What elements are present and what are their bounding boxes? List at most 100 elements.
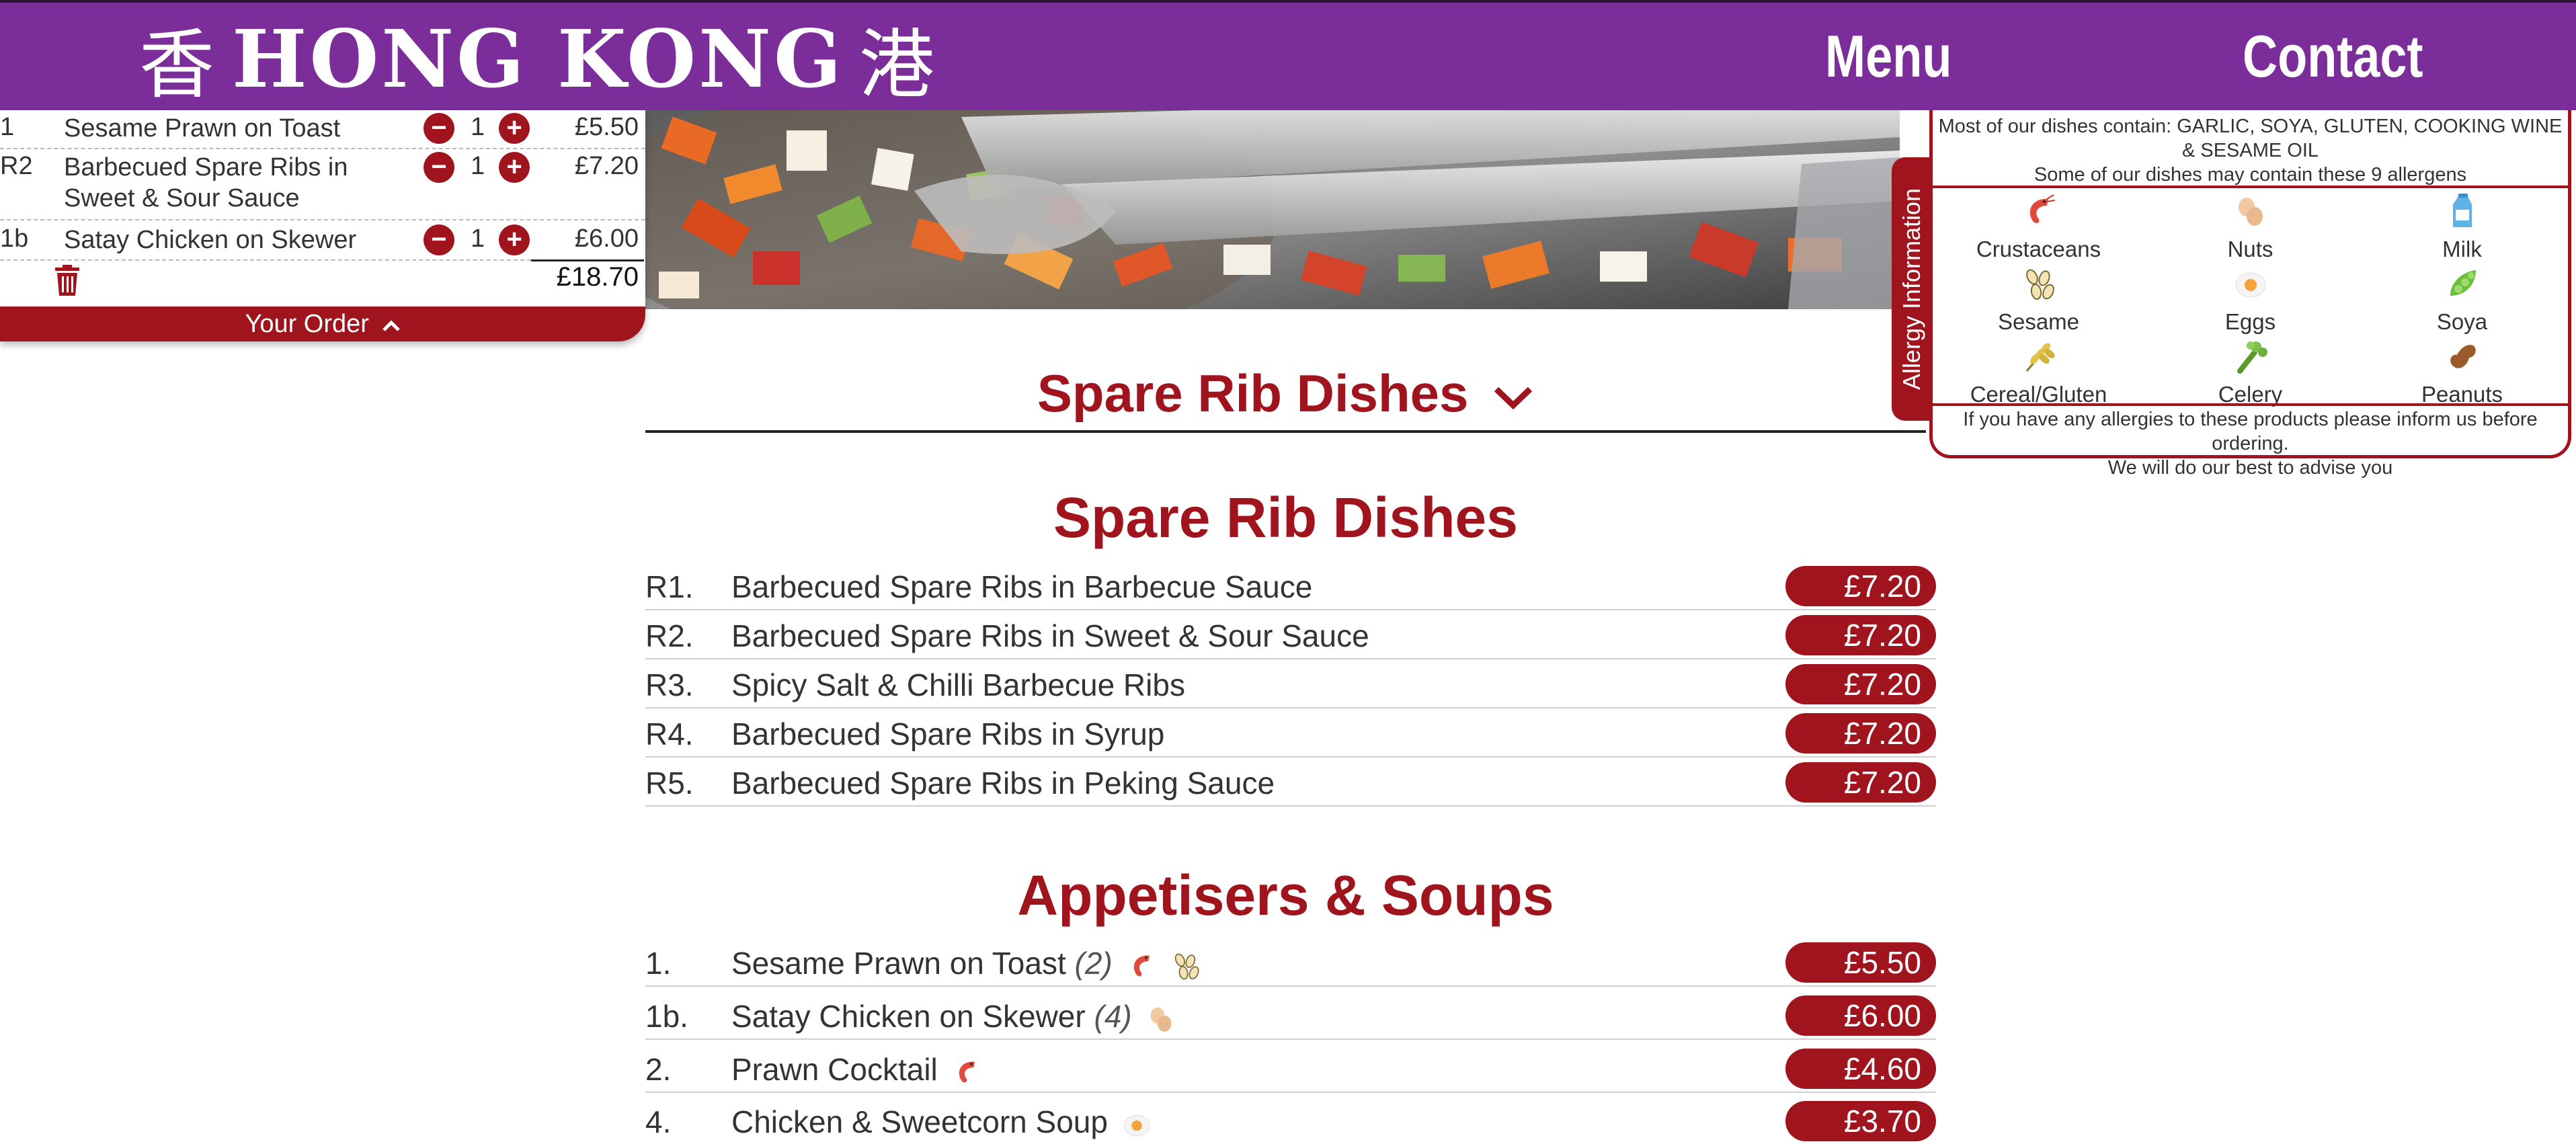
nav-menu-link[interactable]: Menu: [1825, 3, 1951, 110]
menu-item[interactable]: 4. Chicken & Sweetcorn Soup £3.70: [645, 1097, 1936, 1144]
dropdown-underline: [645, 430, 1926, 433]
order-item-price: £6.00: [574, 224, 639, 253]
menu-item-name-wrap: Chicken & Sweetcorn Soup: [731, 1104, 1153, 1141]
decrease-quantity-button[interactable]: −: [424, 113, 454, 144]
menu-item-name-wrap: Prawn Cocktail: [731, 1051, 983, 1088]
category-dropdown-label: Spare Rib Dishes: [1037, 364, 1469, 423]
logo-char-left: 香: [139, 22, 217, 109]
menu-item-divider: [645, 805, 1936, 807]
menu-item-divider: [645, 1092, 1936, 1093]
order-item-qty: 1: [471, 224, 485, 253]
allergen-eggs: Eggs: [2144, 261, 2356, 334]
order-item-qty: 1: [471, 152, 485, 180]
allergen-grid: Crustaceans Nuts Milk Sesame Eggs Soya C…: [1933, 188, 2568, 407]
order-panel: 1 Sesame Prawn on Toast − 1 + £5.50 R2 B…: [0, 110, 645, 341]
menu-item[interactable]: R1. Barbecued Spare Ribs in Barbecue Sau…: [645, 562, 1936, 610]
order-item-code: R2: [0, 152, 33, 180]
order-item-price: £5.50: [574, 113, 639, 141]
add-to-order-price-button[interactable]: £4.60: [1785, 1049, 1936, 1089]
egg-icon: [2235, 272, 2265, 298]
increase-quantity-button[interactable]: +: [499, 152, 530, 183]
menu-item-portion: (4): [1094, 999, 1132, 1034]
add-to-order-price-button[interactable]: £7.20: [1785, 713, 1936, 753]
trash-icon[interactable]: [54, 265, 81, 296]
menu-item-divider: [645, 985, 1936, 987]
category-dropdown[interactable]: Spare Rib Dishes: [645, 363, 1926, 424]
logo-char-right: 港: [858, 22, 937, 109]
allergen-label: Nuts: [2227, 237, 2273, 261]
allergy-advice-2: We will do our best to advise you: [2107, 457, 2393, 479]
allergy-notice: Most of our dishes contain: GARLIC, SOYA…: [1938, 116, 2563, 161]
allergen-celery: Celery: [2144, 333, 2356, 407]
menu-item-name: Prawn Cocktail: [731, 1052, 938, 1087]
menu-item[interactable]: 1b. Satay Chicken on Skewer (4) £6.00: [645, 991, 1936, 1040]
add-to-order-price-button[interactable]: £7.20: [1785, 762, 1936, 803]
your-order-toggle[interactable]: Your Order: [0, 307, 645, 341]
menu-item[interactable]: R4. Barbecued Spare Ribs in Syrup £7.20: [645, 709, 1936, 758]
increase-quantity-button[interactable]: +: [499, 113, 530, 144]
allergen-cereal-gluten: Cereal/Gluten: [1933, 333, 2144, 407]
menu-item[interactable]: R2. Barbecued Spare Ribs in Sweet & Sour…: [645, 611, 1936, 659]
nav-contact-link[interactable]: Contact: [2243, 3, 2423, 110]
order-divider: [0, 259, 531, 261]
menu-item-name: Barbecued Spare Ribs in Peking Sauce: [731, 766, 1275, 801]
logo[interactable]: 香 HONG KONG 港: [124, 8, 952, 110]
menu-item[interactable]: R3. Spicy Salt & Chilli Barbecue Ribs £7…: [645, 660, 1936, 708]
order-total: £18.70: [556, 262, 639, 292]
menu-item-divider: [645, 609, 1936, 610]
menu-item-divider: [645, 707, 1936, 708]
order-item-name: Barbecued Spare Ribs in Sweet & Sour Sau…: [64, 153, 348, 212]
add-to-order-price-button[interactable]: £7.20: [1785, 664, 1936, 704]
menu-item-name: Chicken & Sweetcorn Soup: [731, 1104, 1108, 1139]
decrease-quantity-button[interactable]: −: [424, 152, 454, 183]
chevron-up-icon: [382, 320, 400, 331]
add-to-order-price-button[interactable]: £7.20: [1785, 615, 1936, 655]
order-item-name: Satay Chicken on Skewer: [64, 226, 357, 254]
menu-item[interactable]: R5. Barbecued Spare Ribs in Peking Sauce…: [645, 758, 1936, 807]
menu-item[interactable]: 2. Prawn Cocktail £4.60: [645, 1045, 1936, 1093]
add-to-order-price-button[interactable]: £3.70: [1785, 1101, 1936, 1141]
allergen-label: Crustaceans: [1976, 237, 2101, 261]
allergy-panel: Most of our dishes contain: GARLIC, SOYA…: [1929, 110, 2571, 479]
decrease-quantity-button[interactable]: −: [424, 224, 454, 255]
menu-item-number: R5.: [645, 766, 694, 801]
order-item-qty: 1: [471, 113, 485, 141]
menu-item-number: R1.: [645, 569, 694, 604]
allergy-advice: If you have any allergies to these produ…: [1963, 409, 2538, 454]
order-item-name: Sesame Prawn on Toast: [64, 114, 341, 142]
add-to-order-price-button[interactable]: £6.00: [1785, 995, 1936, 1036]
increase-quantity-button[interactable]: +: [499, 224, 530, 255]
hero-banner-image: [645, 110, 1900, 309]
menu-item-number: 4.: [645, 1104, 672, 1139]
your-order-label: Your Order: [245, 310, 369, 338]
allergen-nuts: Nuts: [2144, 188, 2356, 261]
celery-icon: [2237, 341, 2267, 374]
menu-item-name: Barbecued Spare Ribs in Barbecue Sauce: [731, 569, 1313, 604]
peanut-icon: [2450, 345, 2476, 368]
sesame-seeds-icon: [2025, 269, 2054, 300]
allergen-soya: Soya: [2356, 261, 2568, 334]
menu-item-number: 1.: [645, 946, 672, 981]
order-item-code: 1: [0, 113, 15, 141]
order-item-price: £7.20: [574, 152, 639, 180]
soybean-icon: [2450, 270, 2476, 296]
menu-item-divider: [645, 1038, 1936, 1040]
add-to-order-price-button[interactable]: £7.20: [1785, 566, 1936, 606]
menu-item-number: 2.: [645, 1052, 672, 1087]
menu-item-number: R3.: [645, 667, 694, 702]
nut-icon: [1150, 1007, 1171, 1032]
section-title: Spare Rib Dishes: [1053, 486, 1518, 549]
menu-item-name: Sesame Prawn on Toast: [731, 946, 1066, 981]
menu-item-name-wrap: Satay Chicken on Skewer (4): [731, 998, 1177, 1035]
add-to-order-price-button[interactable]: £5.50: [1785, 942, 1936, 983]
wheat-icon: [2025, 343, 2055, 372]
chevron-down-icon: [1494, 387, 1533, 410]
allergen-peanuts: Peanuts: [2356, 333, 2568, 407]
menu-item-number: R2.: [645, 618, 694, 653]
egg-icon: [1123, 1114, 1150, 1137]
menu-item-name: Barbecued Spare Ribs in Sweet & Sour Sau…: [731, 618, 1369, 653]
menu-item-name: Barbecued Spare Ribs in Syrup: [731, 717, 1165, 751]
allergen-label: Sesame: [1997, 309, 2080, 334]
order-divider: [0, 148, 645, 149]
menu-item[interactable]: 1. Sesame Prawn on Toast (2) £5.50: [645, 938, 1936, 987]
